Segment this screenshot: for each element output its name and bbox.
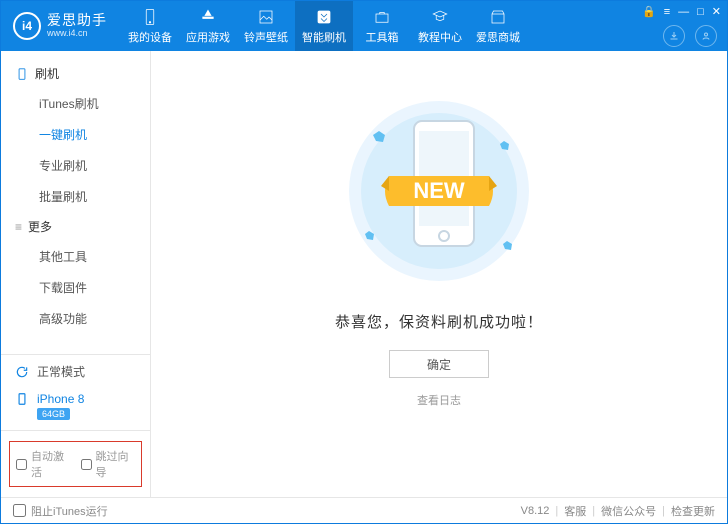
nav-store[interactable]: 爱思商城	[469, 1, 527, 51]
sidebar-item-other-tools[interactable]: 其他工具	[1, 241, 150, 272]
device-mode-row[interactable]: 正常模式	[1, 355, 150, 388]
view-log-link[interactable]: 查看日志	[417, 392, 461, 408]
tutorials-icon	[431, 8, 449, 26]
sidebar-item-oneclick-flash[interactable]: 一键刷机	[1, 119, 150, 150]
highlight-box: 自动激活 跳过向导	[9, 441, 142, 487]
sidebar-group-more[interactable]: ≡ 更多	[1, 212, 150, 241]
version-label: V8.12	[521, 505, 550, 517]
window-lock-icon[interactable]: 🔒	[642, 5, 656, 18]
download-button[interactable]	[663, 25, 685, 47]
toolbox-icon	[373, 8, 391, 26]
window-maximize-icon[interactable]: □	[697, 6, 704, 18]
sidebar-group-flash[interactable]: 刷机	[1, 59, 150, 88]
new-label: NEW	[413, 178, 465, 203]
status-bar: 阻止iTunes运行 V8.12 | 客服 | 微信公众号 | 检查更新	[1, 497, 727, 523]
titlebar: i4 爱思助手 www.i4.cn 我的设备 应用游戏 铃声壁纸 智能刷机	[1, 1, 727, 51]
sidebar-item-pro-flash[interactable]: 专业刷机	[1, 150, 150, 181]
sidebar: 刷机 iTunes刷机 一键刷机 专业刷机 批量刷机 ≡ 更多 其他工具 下载固…	[1, 51, 151, 497]
wallpaper-icon	[257, 8, 275, 26]
sidebar-item-download-firmware[interactable]: 下载固件	[1, 272, 150, 303]
sidebar-item-advanced[interactable]: 高级功能	[1, 303, 150, 334]
window-controls: 🔒 ≡ — □ ✕	[642, 5, 721, 18]
logo-icon: i4	[13, 12, 41, 40]
success-illustration: NEW	[329, 91, 549, 291]
nav-tutorials[interactable]: 教程中心	[411, 1, 469, 51]
device-name: iPhone 8	[37, 392, 84, 406]
storage-badge: 64GB	[37, 408, 70, 420]
brand-url: www.i4.cn	[47, 29, 107, 39]
window-close-icon[interactable]: ✕	[712, 5, 721, 18]
apps-icon	[199, 8, 217, 26]
auto-activate-checkbox[interactable]: 自动激活	[16, 448, 71, 480]
wechat-link[interactable]: 微信公众号	[601, 503, 656, 519]
brand-name: 爱思助手	[47, 13, 107, 28]
skip-guide-checkbox[interactable]: 跳过向导	[81, 448, 136, 480]
device-info[interactable]: iPhone 8 64GB	[1, 388, 150, 430]
refresh-icon	[15, 365, 29, 379]
store-icon	[489, 8, 507, 26]
nav-ringtones-wallpapers[interactable]: 铃声壁纸	[237, 1, 295, 51]
support-link[interactable]: 客服	[564, 503, 586, 519]
ok-button[interactable]: 确定	[389, 350, 489, 378]
main-panel: NEW 恭喜您，保资料刷机成功啦！ 确定 查看日志	[151, 51, 727, 497]
account-button[interactable]	[695, 25, 717, 47]
user-icon	[700, 30, 712, 42]
device-icon	[15, 392, 29, 406]
check-update-link[interactable]: 检查更新	[671, 503, 715, 519]
window-menu-icon[interactable]: ≡	[664, 6, 670, 18]
nav-apps-games[interactable]: 应用游戏	[179, 1, 237, 51]
nav-toolbox[interactable]: 工具箱	[353, 1, 411, 51]
phone-icon	[141, 8, 159, 26]
nav-my-device[interactable]: 我的设备	[121, 1, 179, 51]
more-icon: ≡	[15, 220, 22, 234]
window-minimize-icon[interactable]: —	[678, 6, 689, 18]
top-nav: 我的设备 应用游戏 铃声壁纸 智能刷机 工具箱 教程中心	[121, 1, 527, 51]
app-logo: i4 爱思助手 www.i4.cn	[13, 12, 107, 40]
sidebar-item-batch-flash[interactable]: 批量刷机	[1, 181, 150, 212]
success-message: 恭喜您，保资料刷机成功啦！	[335, 311, 543, 332]
nav-smart-flash[interactable]: 智能刷机	[295, 1, 353, 51]
phone-outline-icon	[15, 67, 29, 81]
sidebar-item-itunes-flash[interactable]: iTunes刷机	[1, 88, 150, 119]
block-itunes-checkbox[interactable]: 阻止iTunes运行	[13, 503, 108, 519]
device-mode-label: 正常模式	[37, 363, 85, 380]
flash-icon	[315, 8, 333, 26]
download-icon	[668, 30, 680, 42]
